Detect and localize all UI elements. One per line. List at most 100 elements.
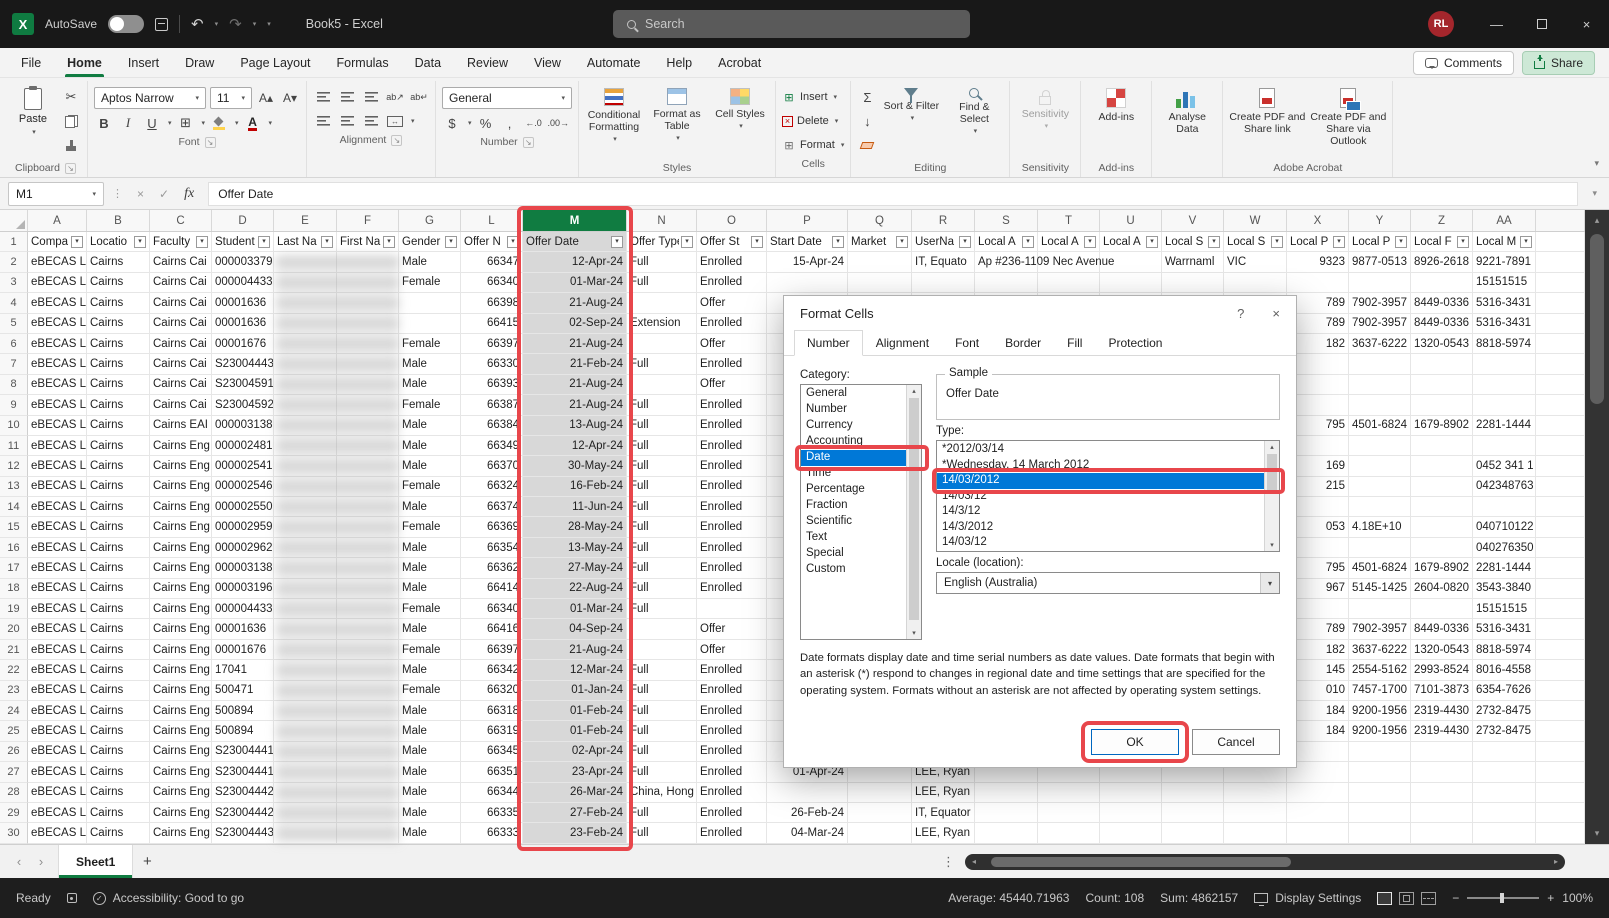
cell-A18[interactable]: eBECAS La: [28, 579, 87, 599]
ribbon-tab-help[interactable]: Help: [653, 48, 705, 77]
filter-icon[interactable]: ▾: [959, 236, 971, 248]
next-sheet-icon[interactable]: ›: [30, 854, 52, 869]
cell-O22[interactable]: Enrolled: [697, 660, 767, 680]
undo-icon[interactable]: ↶: [191, 15, 204, 33]
cell-L6[interactable]: 66397: [461, 334, 523, 354]
filter-icon[interactable]: ▾: [196, 236, 208, 248]
column-header-W[interactable]: W: [1224, 210, 1287, 231]
cell-O12[interactable]: Enrolled: [697, 456, 767, 476]
cell-C17[interactable]: Cairns Eng: [150, 558, 212, 578]
cell-AA5[interactable]: 5316-3431: [1473, 314, 1536, 334]
cell-AA21[interactable]: 8818-5974: [1473, 640, 1536, 660]
cell-W29[interactable]: [1224, 803, 1287, 823]
cell-G2[interactable]: Male: [399, 252, 461, 272]
cell-F13[interactable]: [337, 477, 399, 497]
zoom-in-icon[interactable]: +: [1547, 891, 1554, 905]
cell-Z26[interactable]: [1411, 742, 1473, 762]
cell-F30[interactable]: [337, 823, 399, 843]
cell-AA22[interactable]: 8016-4558: [1473, 660, 1536, 680]
cell-C21[interactable]: Cairns Eng: [150, 640, 212, 660]
save-icon[interactable]: [155, 18, 168, 31]
column-header-D[interactable]: D: [212, 210, 274, 231]
column-header-AA[interactable]: AA: [1473, 210, 1536, 231]
cell-G17[interactable]: Male: [399, 558, 461, 578]
cell-A14[interactable]: eBECAS La: [28, 497, 87, 517]
cell-Y8[interactable]: [1349, 375, 1411, 395]
zoom-slider[interactable]: [1467, 897, 1539, 899]
formula-bar-handle[interactable]: ⋮: [112, 187, 123, 200]
cell-F18[interactable]: [337, 579, 399, 599]
cell-A20[interactable]: eBECAS La: [28, 619, 87, 639]
type-item-4[interactable]: 14/3/12: [937, 504, 1264, 520]
cell-D28[interactable]: S23004442: [212, 783, 274, 803]
header-cell-W1[interactable]: Local S▾: [1224, 232, 1287, 252]
zoom-slider-thumb[interactable]: [1500, 893, 1504, 903]
column-header-B[interactable]: B: [87, 210, 150, 231]
cell-D21[interactable]: 00001676: [212, 640, 274, 660]
filter-icon[interactable]: ▾: [507, 236, 519, 248]
column-header-Q[interactable]: Q: [848, 210, 912, 231]
addins-button[interactable]: Add-ins: [1087, 83, 1145, 123]
format-as-table-button[interactable]: Format as Table▾: [648, 83, 706, 143]
cell-E14[interactable]: [274, 497, 337, 517]
cell-L21[interactable]: 66397: [461, 640, 523, 660]
cell-G15[interactable]: Female: [399, 517, 461, 537]
cell-Q2[interactable]: [848, 252, 912, 272]
cell-B26[interactable]: Cairns: [87, 742, 150, 762]
cell-W2[interactable]: VIC: [1224, 252, 1287, 272]
cell-N18[interactable]: Full: [627, 579, 697, 599]
row-header-30[interactable]: 30: [0, 823, 28, 843]
shrink-font-icon[interactable]: A▾: [280, 88, 300, 108]
cell-AA6[interactable]: 8818-5974: [1473, 334, 1536, 354]
cell-Y9[interactable]: [1349, 395, 1411, 415]
cell-O16[interactable]: Enrolled: [697, 538, 767, 558]
borders-icon[interactable]: ⊞: [176, 113, 196, 133]
row-header-24[interactable]: 24: [0, 701, 28, 721]
cell-O30[interactable]: Enrolled: [697, 823, 767, 843]
cell-A28[interactable]: eBECAS La: [28, 783, 87, 803]
cell-E8[interactable]: [274, 375, 337, 395]
cell-M25[interactable]: 01-Feb-24: [523, 721, 627, 741]
share-button[interactable]: Share: [1522, 51, 1595, 75]
cell-N24[interactable]: Full: [627, 701, 697, 721]
analyse-data-button[interactable]: Analyse Data: [1158, 83, 1216, 135]
cell-O24[interactable]: Enrolled: [697, 701, 767, 721]
cell-O26[interactable]: Enrolled: [697, 742, 767, 762]
cell-F6[interactable]: [337, 334, 399, 354]
close-button[interactable]: ×: [1564, 0, 1609, 48]
cell-Z15[interactable]: [1411, 517, 1473, 537]
cell-A23[interactable]: eBECAS La: [28, 681, 87, 701]
scroll-down-icon[interactable]: ▾: [1595, 828, 1600, 839]
autosave-toggle[interactable]: [108, 15, 144, 33]
number-format-select[interactable]: General▾: [442, 87, 572, 109]
cell-P28[interactable]: [767, 783, 848, 803]
cell-E18[interactable]: [274, 579, 337, 599]
cell-M11[interactable]: 12-Apr-24: [523, 436, 627, 456]
cell-L29[interactable]: 66335: [461, 803, 523, 823]
cell-D13[interactable]: 000002546: [212, 477, 274, 497]
cell-N16[interactable]: Full: [627, 538, 697, 558]
cell-B16[interactable]: Cairns: [87, 538, 150, 558]
cell-A2[interactable]: eBECAS La: [28, 252, 87, 272]
cell-L27[interactable]: 66351: [461, 762, 523, 782]
cell-O4[interactable]: Offer: [697, 293, 767, 313]
cell-U29[interactable]: [1100, 803, 1162, 823]
cell-M5[interactable]: 02-Sep-24: [523, 314, 627, 334]
cell-S29[interactable]: [975, 803, 1038, 823]
type-item-0[interactable]: *2012/03/14: [937, 442, 1264, 458]
row-header-26[interactable]: 26: [0, 742, 28, 762]
cell-Q28[interactable]: [848, 783, 912, 803]
cell-Y28[interactable]: [1349, 783, 1411, 803]
cell-E22[interactable]: [274, 660, 337, 680]
sensitivity-button[interactable]: Sensitivity▾: [1016, 83, 1074, 131]
cell-F20[interactable]: [337, 619, 399, 639]
cell-AA30[interactable]: [1473, 823, 1536, 843]
cell-N17[interactable]: Full: [627, 558, 697, 578]
cell-P3[interactable]: [767, 273, 848, 293]
cell-G27[interactable]: Male: [399, 762, 461, 782]
cell-F27[interactable]: [337, 762, 399, 782]
cell-V2[interactable]: Warrnaml: [1162, 252, 1224, 272]
cell-L24[interactable]: 66318: [461, 701, 523, 721]
cell-B20[interactable]: Cairns: [87, 619, 150, 639]
orientation-icon[interactable]: ab↗: [385, 87, 405, 107]
